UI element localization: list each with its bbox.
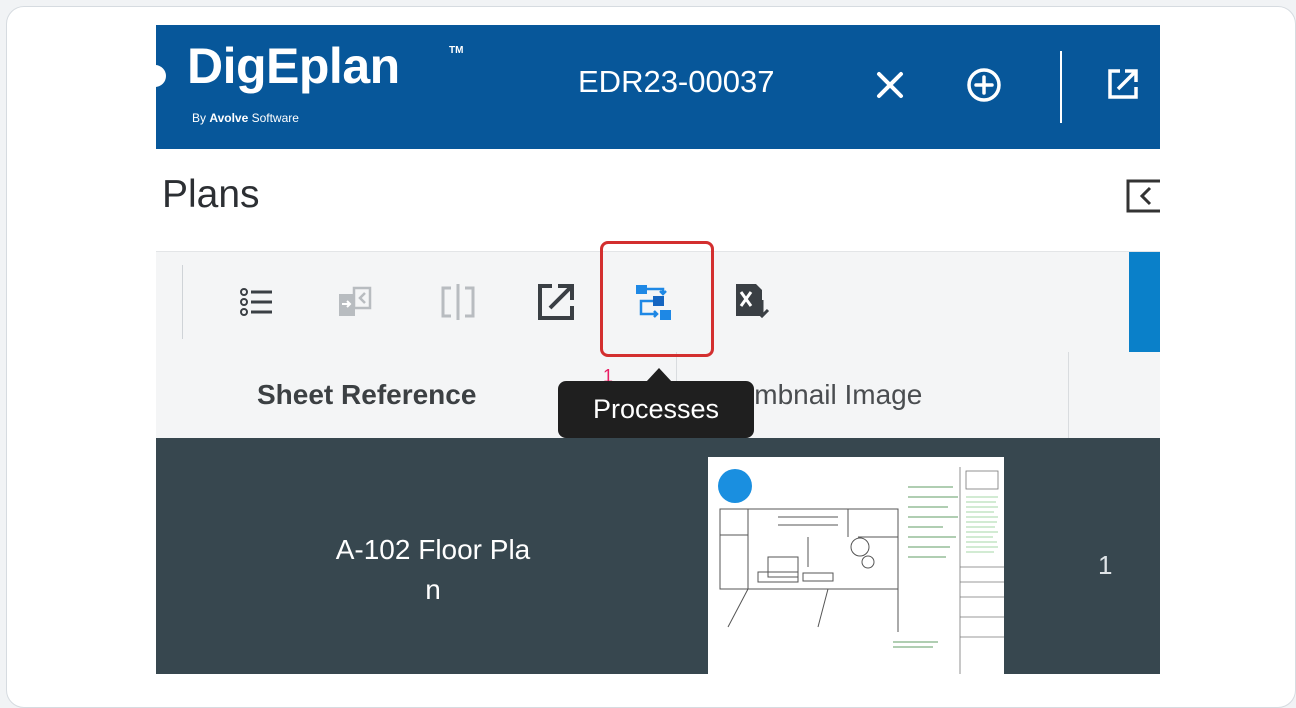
import-button[interactable] <box>336 282 376 322</box>
collapse-panel-button[interactable] <box>1126 179 1160 213</box>
floor-plan-drawing <box>719 467 1004 674</box>
column-header-sheet-reference[interactable]: Sheet Reference <box>257 379 476 411</box>
open-external-icon <box>1108 69 1138 99</box>
toolbar-dropdown-toggle[interactable] <box>1129 252 1160 352</box>
popout-button[interactable] <box>1106 67 1140 101</box>
toolbar-divider <box>182 265 183 339</box>
compare-icon <box>441 284 475 320</box>
export-excel-button[interactable] <box>732 282 772 322</box>
app-header: DigEplan TM By Avolve Software EDR23-000… <box>156 25 1160 149</box>
table-row[interactable]: A-102 Floor Pla n 1 <box>156 438 1160 674</box>
page-title: Plans <box>162 173 260 216</box>
row-count-cell: 1 <box>1098 550 1113 580</box>
plan-thumbnail[interactable] <box>708 457 1004 674</box>
list-icon <box>240 288 272 316</box>
brand-name: DigEplan <box>187 38 400 94</box>
status-dot <box>718 469 752 503</box>
logo-mark <box>156 65 166 87</box>
add-circle-icon <box>967 68 1001 102</box>
header-divider <box>1060 51 1062 123</box>
collapse-panel-icon <box>1126 179 1160 213</box>
processes-tooltip: Processes <box>558 381 754 438</box>
column-divider <box>1068 352 1069 438</box>
byline-prefix: By <box>192 111 210 125</box>
sheet-reference-line: n <box>425 574 441 605</box>
compare-button[interactable] <box>438 282 478 322</box>
close-icon <box>877 72 903 98</box>
byline-company: Avolve <box>209 111 249 125</box>
brand-byline: By Avolve Software <box>192 111 299 125</box>
trademark: TM <box>449 45 464 56</box>
highlight-box <box>600 241 714 357</box>
import-icon <box>339 286 372 316</box>
list-view-button[interactable] <box>236 282 276 322</box>
add-button[interactable] <box>966 67 1002 103</box>
open-external-button[interactable] <box>536 282 576 322</box>
screenshot-card: DigEplan TM By Avolve Software EDR23-000… <box>6 6 1296 708</box>
sheet-reference-line: A-102 Floor Pla <box>335 534 531 565</box>
close-button[interactable] <box>874 69 906 101</box>
byline-suffix: Software <box>248 111 299 125</box>
sheet-reference-cell: A-102 Floor Pla n <box>238 530 628 610</box>
excel-export-icon <box>736 284 770 319</box>
app-viewport: DigEplan TM By Avolve Software EDR23-000… <box>156 25 1160 674</box>
tooltip-arrow <box>646 368 672 382</box>
plan-id: EDR23-00037 <box>578 64 775 99</box>
open-external-icon <box>538 284 574 320</box>
